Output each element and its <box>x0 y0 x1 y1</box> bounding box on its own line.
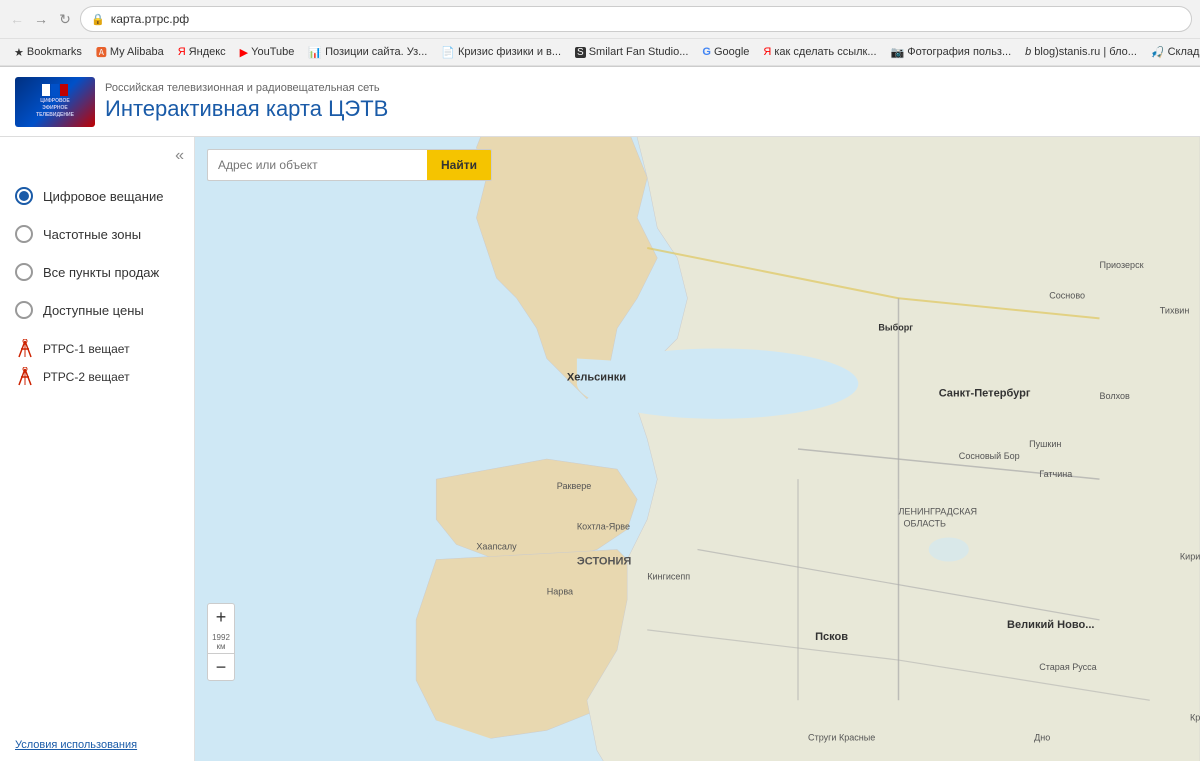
address-bar[interactable]: 🔒 карта.ртрс.рф <box>80 6 1192 32</box>
svg-text:Киришни: Киришни <box>1180 552 1200 562</box>
zoom-in-button[interactable]: + <box>207 603 235 631</box>
svg-text:Великий Ново...: Великий Ново... <box>1007 619 1094 631</box>
content-area: « Цифровое вещание Частотные зоны Все пу… <box>0 137 1200 761</box>
filter-digital[interactable]: Цифровое вещание <box>15 187 179 205</box>
logo-area: ЦИФРОВОЕ ЭФИРНОЕ ТЕЛЕВИДЕНИЕ Российская … <box>15 77 388 127</box>
sidebar: « Цифровое вещание Частотные зоны Все пу… <box>0 137 195 761</box>
map-area: Хельсинки ЭСТОНИЯ Санкт-Петербург ЛЕНИНГ… <box>195 137 1200 761</box>
filter-digital-label: Цифровое вещание <box>43 189 163 204</box>
svg-text:ЭСТОНИЯ: ЭСТОНИЯ <box>577 556 632 568</box>
map-search-bar: Найти <box>207 149 492 181</box>
bookmark-foto[interactable]: 📷 Фотография польз... <box>885 44 1018 61</box>
zoom-out-button[interactable]: − <box>207 653 235 681</box>
tower2-icon <box>15 367 35 387</box>
svg-text:Санкт-Петербург: Санкт-Петербург <box>939 388 1031 400</box>
svg-text:Нарва: Нарва <box>547 587 574 597</box>
svg-text:Раквере: Раквере <box>557 481 591 491</box>
bookmark-yandex[interactable]: Я Яндекс <box>172 44 232 60</box>
svg-text:Псков: Псков <box>815 631 848 643</box>
legend-rtrs1: РТРС-1 вещает <box>15 339 179 359</box>
svg-text:Кохтла-Ярве: Кохтла-Ярве <box>577 521 630 531</box>
map-search-button[interactable]: Найти <box>427 149 492 181</box>
bookmark-krizis[interactable]: 📄 Кризис физики и в... <box>435 44 567 61</box>
lock-icon: 🔒 <box>91 13 105 26</box>
bookmark-kak-sdelat[interactable]: Я как сделать ссылк... <box>757 44 882 60</box>
bookmark-bookmarks[interactable]: ★ Bookmarks <box>8 44 88 61</box>
filter-prices[interactable]: Доступные цены <box>15 301 179 319</box>
filter-digital-radio[interactable] <box>15 187 33 205</box>
svg-text:Хельсинки: Хельсинки <box>567 372 626 384</box>
svg-text:Хаапсалу Пaide: Хаапсалу Пaide Вильянди Тарту Выру Курес… <box>476 542 517 552</box>
browser-chrome: ← → ↻ 🔒 карта.ртрс.рф ★ Bookmarks 🅰 My A… <box>0 0 1200 67</box>
url-text: карта.ртрс.рф <box>111 12 189 26</box>
filter-sales-label: Все пункты продаж <box>43 265 159 280</box>
svg-text:Крестцы: Крестцы <box>1190 712 1200 722</box>
forward-button[interactable]: → <box>32 10 50 28</box>
svg-text:Волхов: Волхов <box>1100 391 1131 401</box>
bookmark-smilart[interactable]: S Smilart Fan Studio... <box>569 44 694 60</box>
filter-frequency-radio[interactable] <box>15 225 33 243</box>
filter-sales[interactable]: Все пункты продаж <box>15 263 179 281</box>
bookmark-blog[interactable]: b blog)stanis.ru | бло... <box>1019 44 1143 60</box>
zoom-controls: + 1992км − <box>207 603 235 681</box>
sidebar-collapse-button[interactable]: « <box>175 147 184 165</box>
logo-badge: ЦИФРОВОЕ ЭФИРНОЕ ТЕЛЕВИДЕНИЕ <box>15 77 95 127</box>
svg-text:Кингисепп: Кингисепп <box>647 572 690 582</box>
svg-text:Гатчина: Гатчина <box>1039 469 1073 479</box>
bookmark-youtube[interactable]: ▶ YouTube <box>234 44 301 61</box>
logo-subtitle: Российская телевизионная и радиовещатель… <box>105 82 388 94</box>
svg-text:ЛЕНИНГРАДСКАЯ: ЛЕНИНГРАДСКАЯ <box>899 506 978 516</box>
bookmark-pozicii[interactable]: 📊 Позиции сайта. Уз... <box>302 44 433 61</box>
page-container: ЦИФРОВОЕ ЭФИРНОЕ ТЕЛЕВИДЕНИЕ Российская … <box>0 67 1200 761</box>
refresh-button[interactable]: ↻ <box>56 10 74 28</box>
browser-toolbar: ← → ↻ 🔒 карта.ртрс.рф <box>0 0 1200 38</box>
filter-frequency[interactable]: Частотные зоны <box>15 225 179 243</box>
svg-text:ОБЛАСТЬ: ОБЛАСТЬ <box>904 518 946 528</box>
svg-text:Приозерск: Приозерск <box>1100 260 1144 270</box>
filter-prices-radio[interactable] <box>15 301 33 319</box>
logo-text-area: Российская телевизионная и радиовещатель… <box>105 82 388 122</box>
page-title: Интерактивная карта ЦЭТВ <box>105 96 388 122</box>
legend-rtrs2: РТРС-2 вещает <box>15 367 179 387</box>
svg-text:Струги Красные: Струги Красные <box>808 732 875 742</box>
svg-text:Старая Русса: Старая Русса <box>1039 662 1097 672</box>
legend-rtrs2-label: РТРС-2 вещает <box>43 370 130 384</box>
bookmarks-bar: ★ Bookmarks 🅰 My Alibaba Я Яндекс ▶ YouT… <box>0 38 1200 66</box>
site-header: ЦИФРОВОЕ ЭФИРНОЕ ТЕЛЕВИДЕНИЕ Российская … <box>0 67 1200 137</box>
zoom-level-label: 1992км <box>207 631 235 653</box>
svg-text:Тихвин: Тихвин <box>1160 305 1190 315</box>
bookmark-udochka[interactable]: 🎣 Складная удочка -... <box>1145 44 1200 61</box>
star-icon: ★ <box>14 46 24 59</box>
filter-frequency-label: Частотные зоны <box>43 227 141 242</box>
svg-text:Выборг: Выборг <box>878 322 913 332</box>
map-search-input[interactable] <box>207 149 427 181</box>
back-button[interactable]: ← <box>8 10 26 28</box>
sidebar-legend: РТРС-1 вещает РТРС-2 вещает <box>15 339 179 387</box>
filter-sales-radio[interactable] <box>15 263 33 281</box>
svg-text:Сосново: Сосново <box>1049 290 1085 300</box>
filter-prices-label: Доступные цены <box>43 303 144 318</box>
svg-text:Пушкин: Пушкин <box>1029 439 1061 449</box>
tower1-icon <box>15 339 35 359</box>
sidebar-footer-link[interactable]: Условия использования <box>15 739 137 751</box>
legend-rtrs1-label: РТРС-1 вещает <box>43 342 130 356</box>
map-svg: Хельсинки ЭСТОНИЯ Санкт-Петербург ЛЕНИНГ… <box>195 137 1200 761</box>
bookmark-google[interactable]: G Google <box>696 44 755 60</box>
svg-text:Сосновый Бор: Сосновый Бор <box>959 451 1020 461</box>
bookmark-alibaba[interactable]: 🅰 My Alibaba <box>90 42 170 62</box>
svg-text:Дно: Дно <box>1034 732 1050 742</box>
